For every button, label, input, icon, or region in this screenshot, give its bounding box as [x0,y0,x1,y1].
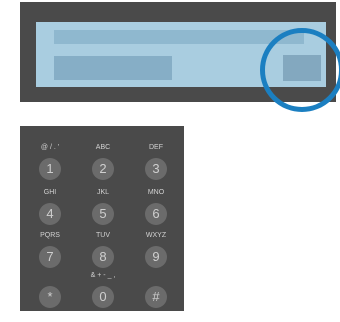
key-6[interactable]: 6 [145,203,167,225]
key-1-letters: @ / . ' [40,144,60,151]
key-5-letters: JKL [96,189,110,196]
key-9-letters: WXYZ [145,232,167,239]
key-0[interactable]: 0 [92,286,114,308]
key-3[interactable]: 3 [145,158,167,180]
key-2[interactable]: 2 [92,158,114,180]
key-9[interactable]: 9 [145,246,167,268]
key-7[interactable]: 7 [39,246,61,268]
highlight-circle [260,28,340,112]
hash-icon[interactable]: # [145,286,167,308]
key-6-letters: MNO [147,189,165,196]
key-4[interactable]: 4 [39,203,61,225]
numeric-keypad: @ / . ' 1 ABC 2 DEF 3 GHI 4 JKL 5 MNO 6 … [20,126,184,311]
key-4-letters: GHI [43,189,57,196]
key-7-letters: PQRS [40,232,60,239]
key-0-letters: & + - _ , [90,272,116,279]
screen-title-bar [54,30,304,44]
key-8-letters: TUV [96,232,110,239]
key-3-letters: DEF [149,144,163,151]
control-panel-display [20,2,340,112]
key-2-letters: ABC [95,144,111,151]
key-8[interactable]: 8 [92,246,114,268]
key-1[interactable]: 1 [39,158,61,180]
asterisk-icon[interactable]: * [39,286,61,308]
key-5[interactable]: 5 [92,203,114,225]
screen-text-field [54,56,172,80]
